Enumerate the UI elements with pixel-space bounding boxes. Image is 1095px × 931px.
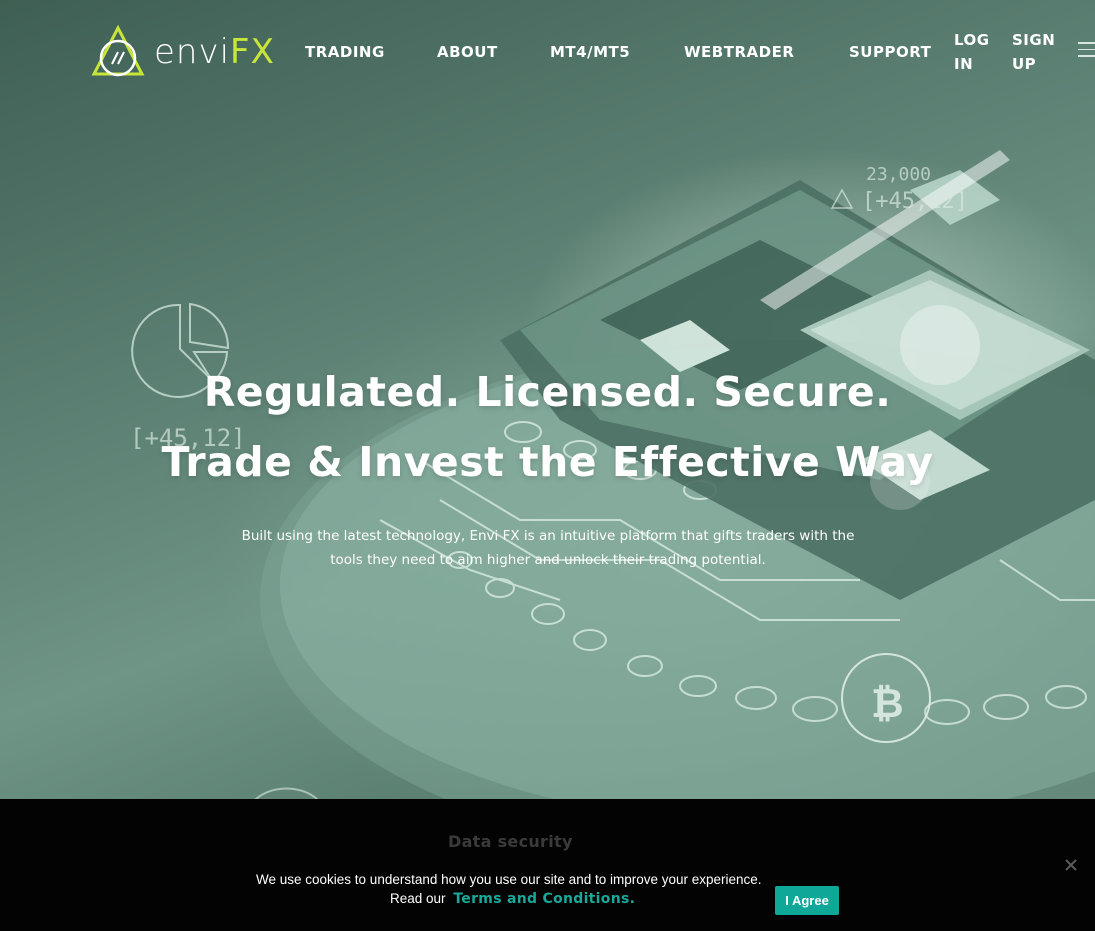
- nav-webtrader[interactable]: WEBTRADER: [684, 43, 794, 61]
- agree-button[interactable]: I Agree: [775, 886, 839, 915]
- hero-headline-1: Regulated. Licensed. Secure.: [203, 368, 892, 416]
- cookie-message: We use cookies to understand how you use…: [256, 872, 762, 887]
- nav-support[interactable]: SUPPORT: [849, 43, 931, 61]
- terms-link[interactable]: Terms and Conditions.: [453, 891, 635, 907]
- svg-text:₿: ₿: [871, 681, 904, 727]
- cookie-banner: [0, 799, 1095, 931]
- deco-top-value: [+45,12]: [862, 189, 968, 214]
- deco-top-number: 23,000: [866, 164, 931, 185]
- hero-section: [+45,12] 23,000 [+45,12] ₿ enviFX TRADIN…: [0, 0, 1095, 800]
- data-security-heading: Data security: [448, 832, 573, 851]
- nav-sign-up[interactable]: SIGN UP: [1012, 28, 1068, 76]
- nav-mt4-mt5[interactable]: MT4/MT5: [550, 43, 630, 61]
- nav-trading[interactable]: TRADING: [305, 43, 385, 61]
- read-our-text: Read our: [390, 891, 446, 906]
- close-icon[interactable]: [1063, 857, 1079, 873]
- hero-headline-2: Trade & Invest the Effective Way: [161, 438, 934, 486]
- hamburger-icon[interactable]: [1078, 42, 1095, 58]
- cookie-terms-line: Read our Terms and Conditions.: [390, 891, 635, 907]
- hero-subtext: Built using the latest technology, Envi …: [241, 528, 855, 568]
- nav-log-in[interactable]: LOG IN: [954, 28, 1000, 76]
- main-nav: TRADING ABOUT MT4/MT5 WEBTRADER SUPPORT …: [0, 0, 1095, 100]
- nav-about[interactable]: ABOUT: [437, 43, 498, 61]
